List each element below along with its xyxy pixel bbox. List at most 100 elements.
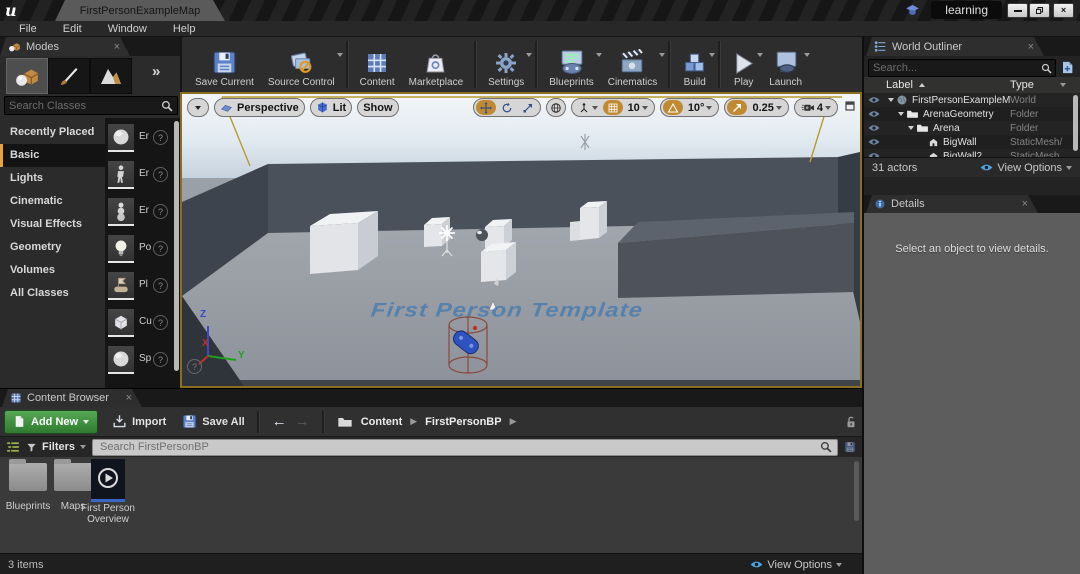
landscape-mode-button[interactable] (90, 58, 132, 94)
category-recently-placed[interactable]: Recently Placed (0, 121, 105, 144)
outliner-scrollbar[interactable] (1073, 95, 1078, 151)
category-volumes[interactable]: Volumes (0, 259, 105, 282)
filters-button[interactable]: Filters (26, 441, 86, 453)
sources-panel-icon[interactable] (6, 440, 20, 454)
save-all-button[interactable]: Save All (182, 414, 244, 429)
content-button[interactable]: Content (353, 37, 402, 92)
list-item[interactable]: Po ? (105, 231, 180, 268)
modes-search-box[interactable] (4, 96, 178, 115)
category-basic[interactable]: Basic (0, 144, 105, 167)
list-item[interactable]: Er ? (105, 194, 180, 231)
translate-tool-button[interactable] (476, 100, 496, 115)
menu-window[interactable]: Window (95, 23, 160, 35)
list-item[interactable]: Er ? (105, 157, 180, 194)
big-box-mesh[interactable] (618, 212, 854, 298)
rotation-snap-toggle[interactable] (663, 100, 683, 115)
restore-button[interactable] (1029, 3, 1050, 18)
place-mode-button[interactable] (6, 58, 48, 94)
grid-snap-toggle[interactable] (603, 100, 623, 115)
play-button[interactable]: Play (725, 37, 762, 92)
world-outliner-tab[interactable]: World Outliner × (866, 37, 1044, 56)
list-item[interactable]: Cu ? (105, 305, 180, 342)
viewport-canvas[interactable]: First Person Template Z X Y ? Perspectiv… (182, 94, 860, 386)
settings-button[interactable]: Settings (481, 37, 531, 92)
table-row[interactable]: ArenaGeometry Folder (864, 107, 1080, 121)
build-button[interactable]: Build (675, 37, 714, 92)
cb-view-options-button[interactable]: View Options (750, 559, 842, 571)
paint-mode-button[interactable] (48, 58, 90, 94)
rotation-snap-value-button[interactable]: 10° (684, 100, 717, 115)
modes-tab-close-icon[interactable]: × (114, 41, 120, 53)
visibility-eye-icon[interactable] (868, 138, 880, 146)
table-row[interactable]: FirstPersonExampleM World (864, 93, 1080, 107)
scale-snap-value-button[interactable]: 0.25 (748, 100, 785, 115)
type-filter-icon[interactable] (1060, 83, 1066, 87)
category-lights[interactable]: Lights (0, 167, 105, 190)
grid-snap-value-button[interactable]: 10 (624, 100, 652, 115)
sphere-sprite[interactable] (476, 229, 488, 241)
details-tab[interactable]: Details × (866, 195, 1038, 213)
blueprints-button[interactable]: Blueprints (542, 37, 600, 92)
breadcrumb-current[interactable]: FirstPersonBP (425, 416, 501, 428)
menu-file[interactable]: File (6, 23, 50, 35)
caret-down-icon[interactable] (526, 53, 532, 57)
cinematics-button[interactable]: Cinematics (601, 37, 664, 92)
source-control-button[interactable]: Source Control (261, 37, 342, 92)
view-mode-button[interactable]: Lit (310, 98, 352, 117)
cube-mesh[interactable] (481, 242, 516, 282)
import-button[interactable]: Import (112, 414, 166, 429)
outliner-search-input[interactable] (869, 62, 1041, 74)
table-row[interactable]: BigWall2 StaticMesh (864, 149, 1080, 157)
add-new-button[interactable]: Add New (4, 410, 98, 434)
rotate-tool-button[interactable] (497, 100, 517, 115)
content-browser-tab[interactable]: Content Browser × (2, 389, 142, 407)
show-flags-button[interactable]: Show (357, 98, 398, 117)
visibility-eye-icon[interactable] (868, 124, 880, 132)
marketplace-button[interactable]: Marketplace (402, 37, 470, 92)
caret-down-icon[interactable] (337, 53, 343, 57)
close-icon[interactable]: × (1028, 41, 1034, 53)
outliner-search-box[interactable] (868, 59, 1056, 77)
list-item[interactable]: Sp ? (105, 342, 180, 379)
table-row[interactable]: BigWall StaticMesh/ (864, 135, 1080, 149)
visibility-eye-icon[interactable] (868, 110, 880, 118)
learning-button[interactable]: learning (931, 1, 1002, 19)
viewport-options-button[interactable] (187, 98, 209, 117)
type-column-header[interactable]: Type (1010, 79, 1034, 91)
list-item[interactable]: Er ? (105, 120, 180, 157)
outliner-view-options-button[interactable]: View Options (980, 162, 1072, 174)
launch-button[interactable]: Launch (762, 37, 809, 92)
level-tab[interactable]: FirstPersonExampleMap (55, 0, 225, 21)
back-arrow-icon[interactable]: ← (272, 413, 287, 430)
menu-help[interactable]: Help (160, 23, 209, 35)
close-button[interactable]: × (1053, 3, 1074, 18)
caret-down-icon[interactable] (709, 53, 715, 57)
breadcrumb-root[interactable]: Content (361, 416, 403, 428)
caret-down-icon[interactable] (804, 53, 810, 57)
visibility-eye-icon[interactable] (868, 96, 880, 104)
items-scrollbar[interactable] (174, 121, 179, 371)
close-icon[interactable]: × (126, 392, 132, 404)
save-current-button[interactable]: Save Current (188, 37, 261, 92)
world-local-toggle[interactable] (546, 98, 566, 117)
new-folder-icon[interactable] (1060, 60, 1076, 75)
lock-icon[interactable] (844, 415, 858, 429)
category-visual-effects[interactable]: Visual Effects (0, 213, 105, 236)
save-search-icon[interactable] (844, 441, 856, 453)
minimize-button[interactable] (1007, 3, 1028, 18)
modes-search-input[interactable] (5, 100, 161, 112)
close-icon[interactable]: × (1022, 198, 1028, 210)
maximize-viewport-button[interactable] (844, 100, 856, 112)
menu-edit[interactable]: Edit (50, 23, 95, 35)
list-item[interactable]: Pl ? (105, 268, 180, 305)
expand-caret-icon[interactable] (898, 112, 904, 116)
modes-tab[interactable]: Modes × (0, 37, 130, 56)
cb-search-box[interactable] (92, 439, 838, 456)
scale-tool-button[interactable] (518, 100, 538, 115)
more-modes-chevron-icon[interactable]: » (152, 63, 158, 80)
camera-mode-button[interactable]: Perspective (214, 98, 305, 117)
category-all-classes[interactable]: All Classes (0, 282, 105, 305)
camera-speed-button[interactable]: 4 (797, 100, 835, 115)
cb-scrollbar[interactable] (854, 461, 859, 521)
surface-snap-button[interactable] (574, 100, 602, 115)
